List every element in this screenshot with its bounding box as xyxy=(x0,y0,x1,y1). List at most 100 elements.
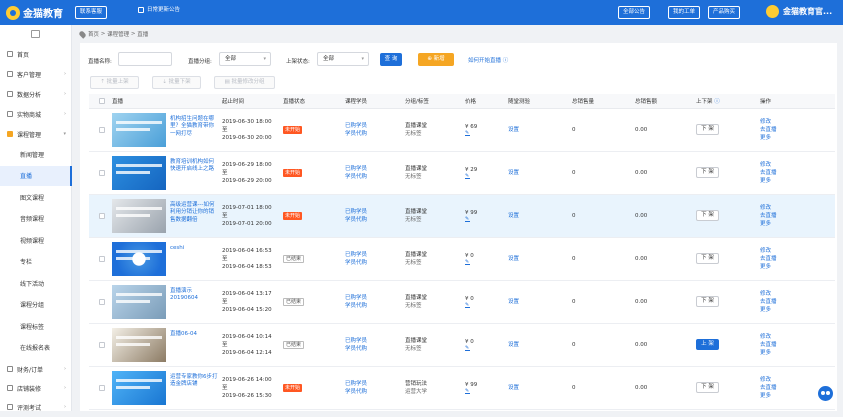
sidebar-item-3[interactable]: 实物商城 › xyxy=(0,104,72,124)
sidebar-sub-item-8[interactable]: 课程标签 xyxy=(0,316,72,336)
row-checkbox[interactable] xyxy=(99,212,105,219)
live-title-link[interactable]: ceshi xyxy=(170,245,218,253)
quiz-settings-link[interactable]: 设置 xyxy=(508,127,519,133)
more-link[interactable]: 更多 xyxy=(760,349,835,357)
all-notices-button[interactable]: 全部公告 xyxy=(618,6,651,19)
edit-pencil-icon[interactable]: ✎ xyxy=(465,260,470,265)
proxy-purchase-link[interactable]: 学员代购 xyxy=(345,130,402,138)
proxy-purchase-link[interactable]: 学员代购 xyxy=(345,173,402,181)
my-tickets-button[interactable]: 我的工单 xyxy=(668,6,701,19)
breadcrumb-home[interactable]: 首页 xyxy=(88,30,99,38)
more-link[interactable]: 更多 xyxy=(760,220,835,228)
sidebar-sub-item-0[interactable]: 新闻管理 xyxy=(0,144,72,164)
sidebar-sub-item-5[interactable]: 专栏 xyxy=(0,252,72,272)
shelf-toggle-button[interactable]: 下 架 xyxy=(696,296,719,307)
how-to-live-link[interactable]: 如何开始直播 ⓘ xyxy=(468,56,508,64)
add-button[interactable]: ⊕ 新增 xyxy=(418,53,454,66)
edit-pencil-icon[interactable]: ✎ xyxy=(465,389,470,394)
sidebar-sub-item-7[interactable]: 课程分组 xyxy=(0,295,72,315)
edit-link[interactable]: 修改 xyxy=(760,161,835,169)
purchase-button[interactable]: 产品购买 xyxy=(708,6,741,19)
live-title-link[interactable]: 直播06-04 xyxy=(170,331,218,339)
row-checkbox[interactable] xyxy=(99,341,105,348)
sidebar-sub-item-4[interactable]: 视频课程 xyxy=(0,230,72,250)
live-title-link[interactable]: 直播演示20190604 xyxy=(170,288,218,303)
purchased-students-link[interactable]: 已购学员 xyxy=(345,294,402,302)
org-account[interactable]: 金猫教育官... xyxy=(766,5,832,18)
live-cover-image[interactable] xyxy=(112,370,166,405)
sidebar-sub-item-3[interactable]: 音频课程 xyxy=(0,209,72,229)
live-cover-image[interactable] xyxy=(112,284,166,319)
search-button[interactable]: 查 询 xyxy=(380,53,402,66)
live-cover-image[interactable] xyxy=(112,112,166,147)
more-link[interactable]: 更多 xyxy=(760,134,835,142)
sidebar-sub-item-9[interactable]: 在线报名表 xyxy=(0,338,72,358)
sidebar-item-4[interactable]: 课程管理 ▾ xyxy=(0,124,72,144)
live-title-link[interactable]: 运营专家教你6步打造金牌店铺 xyxy=(170,374,218,389)
sidebar-item-0[interactable]: 首页 xyxy=(0,44,72,64)
quiz-settings-link[interactable]: 设置 xyxy=(508,385,519,391)
row-checkbox[interactable] xyxy=(99,169,105,176)
edit-pencil-icon[interactable]: ✎ xyxy=(465,346,470,351)
more-link[interactable]: 更多 xyxy=(760,177,835,185)
live-title-link[interactable]: 教育培训机构如何快速开启线上之路 xyxy=(170,159,218,174)
sidebar-sub-item-1[interactable]: 直播 xyxy=(0,165,72,186)
go-live-link[interactable]: 去直播 xyxy=(760,169,835,177)
edit-link[interactable]: 修改 xyxy=(760,247,835,255)
logo[interactable]: 金猫教育 xyxy=(6,5,63,20)
quiz-settings-link[interactable]: 设置 xyxy=(508,256,519,262)
chat-support-icon[interactable] xyxy=(818,386,833,401)
proxy-purchase-link[interactable]: 学员代购 xyxy=(345,388,402,396)
edit-pencil-icon[interactable]: ✎ xyxy=(465,131,470,136)
purchased-students-link[interactable]: 已购学员 xyxy=(345,165,402,173)
edit-pencil-icon[interactable]: ✎ xyxy=(465,303,470,308)
purchased-students-link[interactable]: 已购学员 xyxy=(345,251,402,259)
quiz-settings-link[interactable]: 设置 xyxy=(508,342,519,348)
sidebar-bottom-item-2[interactable]: 评测考试 › xyxy=(0,397,72,417)
sidebar-bottom-item-1[interactable]: 店铺装修 › xyxy=(0,378,72,398)
edit-link[interactable]: 修改 xyxy=(760,333,835,341)
go-live-link[interactable]: 去直播 xyxy=(760,341,835,349)
group-select[interactable]: 全部 ▾ xyxy=(219,52,271,66)
quiz-settings-link[interactable]: 设置 xyxy=(508,170,519,176)
live-cover-image[interactable] xyxy=(112,327,166,362)
status-select[interactable]: 全部 ▾ xyxy=(317,52,369,66)
row-checkbox[interactable] xyxy=(99,298,105,305)
live-title-link[interactable]: 机构招生问题在哪里？全猫教育带你一网打尽 xyxy=(170,116,218,139)
live-title-link[interactable]: 高级运营课---如何利用分销让你的销售数据翻倍 xyxy=(170,202,218,225)
go-live-link[interactable]: 去直播 xyxy=(760,126,835,134)
edit-link[interactable]: 修改 xyxy=(760,118,835,126)
edit-pencil-icon[interactable]: ✎ xyxy=(465,174,470,179)
edit-link[interactable]: 修改 xyxy=(760,204,835,212)
purchased-students-link[interactable]: 已购学员 xyxy=(345,122,402,130)
batch-on-shelf-button[interactable]: ⇡ 批量上架 xyxy=(90,76,139,89)
sidebar-sub-item-2[interactable]: 图文课程 xyxy=(0,187,72,207)
proxy-purchase-link[interactable]: 学员代购 xyxy=(345,216,402,224)
select-all-checkbox[interactable] xyxy=(99,97,105,104)
edit-link[interactable]: 修改 xyxy=(760,376,835,384)
proxy-purchase-link[interactable]: 学员代购 xyxy=(345,302,402,310)
edit-pencil-icon[interactable]: ✎ xyxy=(465,217,470,222)
batch-group-button[interactable]: ▤ 批量修改分组 xyxy=(214,76,275,89)
sidebar-sub-item-6[interactable]: 线下活动 xyxy=(0,273,72,293)
go-live-link[interactable]: 去直播 xyxy=(760,255,835,263)
row-checkbox[interactable] xyxy=(99,255,105,262)
shelf-toggle-button[interactable]: 下 架 xyxy=(696,253,719,264)
quiz-settings-link[interactable]: 设置 xyxy=(508,213,519,219)
breadcrumb-course[interactable]: 课程管理 xyxy=(107,30,129,38)
proxy-purchase-link[interactable]: 学员代购 xyxy=(345,259,402,267)
collapse-menu-icon[interactable] xyxy=(31,30,40,38)
purchased-students-link[interactable]: 已购学员 xyxy=(345,380,402,388)
row-checkbox[interactable] xyxy=(99,384,105,391)
more-link[interactable]: 更多 xyxy=(760,263,835,271)
go-live-link[interactable]: 去直播 xyxy=(760,298,835,306)
sidebar-item-1[interactable]: 客户管理 › xyxy=(0,64,72,84)
proxy-purchase-link[interactable]: 学员代购 xyxy=(345,345,402,353)
shelf-toggle-button[interactable]: 下 架 xyxy=(696,167,719,178)
quiz-settings-link[interactable]: 设置 xyxy=(508,299,519,305)
shelf-toggle-button[interactable]: 下 架 xyxy=(696,210,719,221)
purchased-students-link[interactable]: 已购学员 xyxy=(345,337,402,345)
shelf-toggle-button[interactable]: 上 架 xyxy=(696,339,719,350)
live-cover-image[interactable] xyxy=(112,155,166,190)
sidebar-item-2[interactable]: 数据分析 › xyxy=(0,84,72,104)
